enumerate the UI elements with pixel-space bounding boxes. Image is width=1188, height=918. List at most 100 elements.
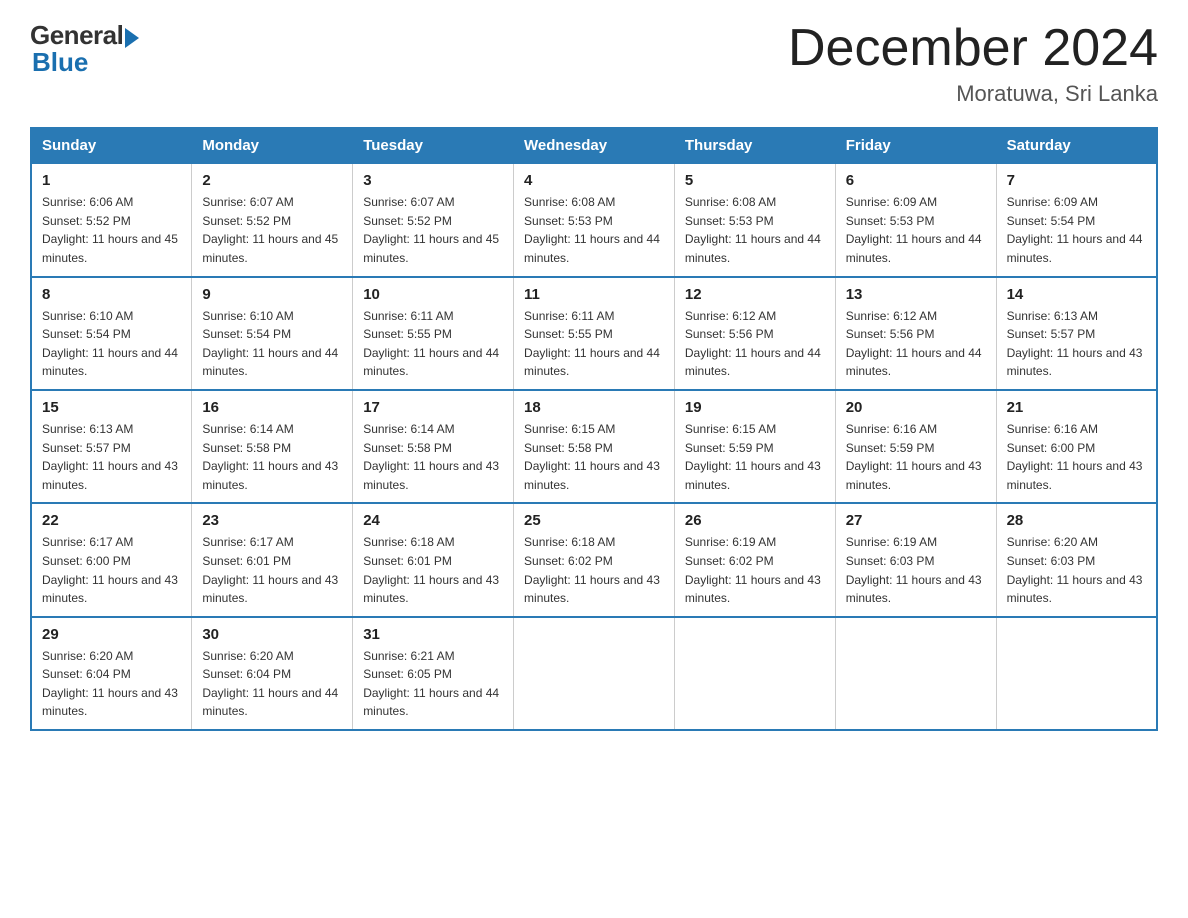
day-number: 16 xyxy=(202,399,342,416)
table-row: 29 Sunrise: 6:20 AM Sunset: 6:04 PM Dayl… xyxy=(31,617,192,730)
day-info: Sunrise: 6:11 AM Sunset: 5:55 PM Dayligh… xyxy=(524,307,664,381)
page-header: General Blue December 2024 Moratuwa, Sri… xyxy=(30,20,1158,107)
logo-arrow-icon xyxy=(125,28,139,48)
day-info: Sunrise: 6:09 AM Sunset: 5:54 PM Dayligh… xyxy=(1007,193,1146,267)
day-info: Sunrise: 6:09 AM Sunset: 5:53 PM Dayligh… xyxy=(846,193,986,267)
table-row: 5 Sunrise: 6:08 AM Sunset: 5:53 PM Dayli… xyxy=(674,163,835,276)
table-row: 24 Sunrise: 6:18 AM Sunset: 6:01 PM Dayl… xyxy=(353,503,514,616)
day-info: Sunrise: 6:20 AM Sunset: 6:04 PM Dayligh… xyxy=(42,647,181,721)
day-info: Sunrise: 6:12 AM Sunset: 5:56 PM Dayligh… xyxy=(846,307,986,381)
table-row: 20 Sunrise: 6:16 AM Sunset: 5:59 PM Dayl… xyxy=(835,390,996,503)
day-info: Sunrise: 6:17 AM Sunset: 6:01 PM Dayligh… xyxy=(202,533,342,607)
day-info: Sunrise: 6:19 AM Sunset: 6:02 PM Dayligh… xyxy=(685,533,825,607)
calendar-table: Sunday Monday Tuesday Wednesday Thursday… xyxy=(30,127,1158,731)
day-info: Sunrise: 6:18 AM Sunset: 6:01 PM Dayligh… xyxy=(363,533,503,607)
calendar-week-row: 1 Sunrise: 6:06 AM Sunset: 5:52 PM Dayli… xyxy=(31,163,1157,276)
day-number: 6 xyxy=(846,172,986,189)
table-row: 2 Sunrise: 6:07 AM Sunset: 5:52 PM Dayli… xyxy=(192,163,353,276)
day-info: Sunrise: 6:13 AM Sunset: 5:57 PM Dayligh… xyxy=(42,420,181,494)
day-number: 28 xyxy=(1007,512,1146,529)
col-tuesday: Tuesday xyxy=(353,128,514,163)
table-row xyxy=(996,617,1157,730)
col-sunday: Sunday xyxy=(31,128,192,163)
table-row: 13 Sunrise: 6:12 AM Sunset: 5:56 PM Dayl… xyxy=(835,277,996,390)
calendar-week-row: 22 Sunrise: 6:17 AM Sunset: 6:00 PM Dayl… xyxy=(31,503,1157,616)
table-row: 23 Sunrise: 6:17 AM Sunset: 6:01 PM Dayl… xyxy=(192,503,353,616)
logo-blue-text: Blue xyxy=(32,47,88,78)
day-info: Sunrise: 6:16 AM Sunset: 5:59 PM Dayligh… xyxy=(846,420,986,494)
day-info: Sunrise: 6:16 AM Sunset: 6:00 PM Dayligh… xyxy=(1007,420,1146,494)
day-number: 20 xyxy=(846,399,986,416)
day-info: Sunrise: 6:17 AM Sunset: 6:00 PM Dayligh… xyxy=(42,533,181,607)
day-number: 12 xyxy=(685,286,825,303)
table-row: 3 Sunrise: 6:07 AM Sunset: 5:52 PM Dayli… xyxy=(353,163,514,276)
calendar-week-row: 15 Sunrise: 6:13 AM Sunset: 5:57 PM Dayl… xyxy=(31,390,1157,503)
calendar-week-row: 8 Sunrise: 6:10 AM Sunset: 5:54 PM Dayli… xyxy=(31,277,1157,390)
day-number: 17 xyxy=(363,399,503,416)
table-row: 31 Sunrise: 6:21 AM Sunset: 6:05 PM Dayl… xyxy=(353,617,514,730)
day-number: 9 xyxy=(202,286,342,303)
day-number: 31 xyxy=(363,626,503,643)
day-number: 5 xyxy=(685,172,825,189)
table-row: 18 Sunrise: 6:15 AM Sunset: 5:58 PM Dayl… xyxy=(514,390,675,503)
day-info: Sunrise: 6:06 AM Sunset: 5:52 PM Dayligh… xyxy=(42,193,181,267)
col-saturday: Saturday xyxy=(996,128,1157,163)
table-row xyxy=(514,617,675,730)
day-info: Sunrise: 6:20 AM Sunset: 6:03 PM Dayligh… xyxy=(1007,533,1146,607)
table-row: 27 Sunrise: 6:19 AM Sunset: 6:03 PM Dayl… xyxy=(835,503,996,616)
table-row: 26 Sunrise: 6:19 AM Sunset: 6:02 PM Dayl… xyxy=(674,503,835,616)
header-row: Sunday Monday Tuesday Wednesday Thursday… xyxy=(31,128,1157,163)
day-number: 2 xyxy=(202,172,342,189)
day-info: Sunrise: 6:08 AM Sunset: 5:53 PM Dayligh… xyxy=(524,193,664,267)
logo: General Blue xyxy=(30,20,139,78)
table-row xyxy=(674,617,835,730)
table-row: 1 Sunrise: 6:06 AM Sunset: 5:52 PM Dayli… xyxy=(31,163,192,276)
day-number: 23 xyxy=(202,512,342,529)
col-friday: Friday xyxy=(835,128,996,163)
day-number: 22 xyxy=(42,512,181,529)
table-row: 4 Sunrise: 6:08 AM Sunset: 5:53 PM Dayli… xyxy=(514,163,675,276)
day-info: Sunrise: 6:18 AM Sunset: 6:02 PM Dayligh… xyxy=(524,533,664,607)
day-number: 8 xyxy=(42,286,181,303)
table-row: 17 Sunrise: 6:14 AM Sunset: 5:58 PM Dayl… xyxy=(353,390,514,503)
table-row: 11 Sunrise: 6:11 AM Sunset: 5:55 PM Dayl… xyxy=(514,277,675,390)
day-info: Sunrise: 6:13 AM Sunset: 5:57 PM Dayligh… xyxy=(1007,307,1146,381)
day-number: 29 xyxy=(42,626,181,643)
day-number: 21 xyxy=(1007,399,1146,416)
day-number: 15 xyxy=(42,399,181,416)
day-number: 1 xyxy=(42,172,181,189)
col-monday: Monday xyxy=(192,128,353,163)
calendar-week-row: 29 Sunrise: 6:20 AM Sunset: 6:04 PM Dayl… xyxy=(31,617,1157,730)
table-row: 14 Sunrise: 6:13 AM Sunset: 5:57 PM Dayl… xyxy=(996,277,1157,390)
day-number: 24 xyxy=(363,512,503,529)
day-number: 30 xyxy=(202,626,342,643)
day-info: Sunrise: 6:07 AM Sunset: 5:52 PM Dayligh… xyxy=(363,193,503,267)
month-title: December 2024 xyxy=(788,20,1158,77)
table-row: 19 Sunrise: 6:15 AM Sunset: 5:59 PM Dayl… xyxy=(674,390,835,503)
col-wednesday: Wednesday xyxy=(514,128,675,163)
table-row: 16 Sunrise: 6:14 AM Sunset: 5:58 PM Dayl… xyxy=(192,390,353,503)
day-info: Sunrise: 6:12 AM Sunset: 5:56 PM Dayligh… xyxy=(685,307,825,381)
title-area: December 2024 Moratuwa, Sri Lanka xyxy=(788,20,1158,107)
table-row: 15 Sunrise: 6:13 AM Sunset: 5:57 PM Dayl… xyxy=(31,390,192,503)
table-row: 22 Sunrise: 6:17 AM Sunset: 6:00 PM Dayl… xyxy=(31,503,192,616)
table-row: 9 Sunrise: 6:10 AM Sunset: 5:54 PM Dayli… xyxy=(192,277,353,390)
table-row: 21 Sunrise: 6:16 AM Sunset: 6:00 PM Dayl… xyxy=(996,390,1157,503)
table-row: 25 Sunrise: 6:18 AM Sunset: 6:02 PM Dayl… xyxy=(514,503,675,616)
day-number: 10 xyxy=(363,286,503,303)
day-info: Sunrise: 6:14 AM Sunset: 5:58 PM Dayligh… xyxy=(202,420,342,494)
col-thursday: Thursday xyxy=(674,128,835,163)
day-number: 14 xyxy=(1007,286,1146,303)
day-number: 26 xyxy=(685,512,825,529)
day-info: Sunrise: 6:20 AM Sunset: 6:04 PM Dayligh… xyxy=(202,647,342,721)
table-row: 8 Sunrise: 6:10 AM Sunset: 5:54 PM Dayli… xyxy=(31,277,192,390)
table-row xyxy=(835,617,996,730)
day-number: 3 xyxy=(363,172,503,189)
day-number: 27 xyxy=(846,512,986,529)
day-info: Sunrise: 6:11 AM Sunset: 5:55 PM Dayligh… xyxy=(363,307,503,381)
day-info: Sunrise: 6:08 AM Sunset: 5:53 PM Dayligh… xyxy=(685,193,825,267)
day-number: 11 xyxy=(524,286,664,303)
day-info: Sunrise: 6:10 AM Sunset: 5:54 PM Dayligh… xyxy=(202,307,342,381)
day-info: Sunrise: 6:15 AM Sunset: 5:59 PM Dayligh… xyxy=(685,420,825,494)
day-number: 13 xyxy=(846,286,986,303)
